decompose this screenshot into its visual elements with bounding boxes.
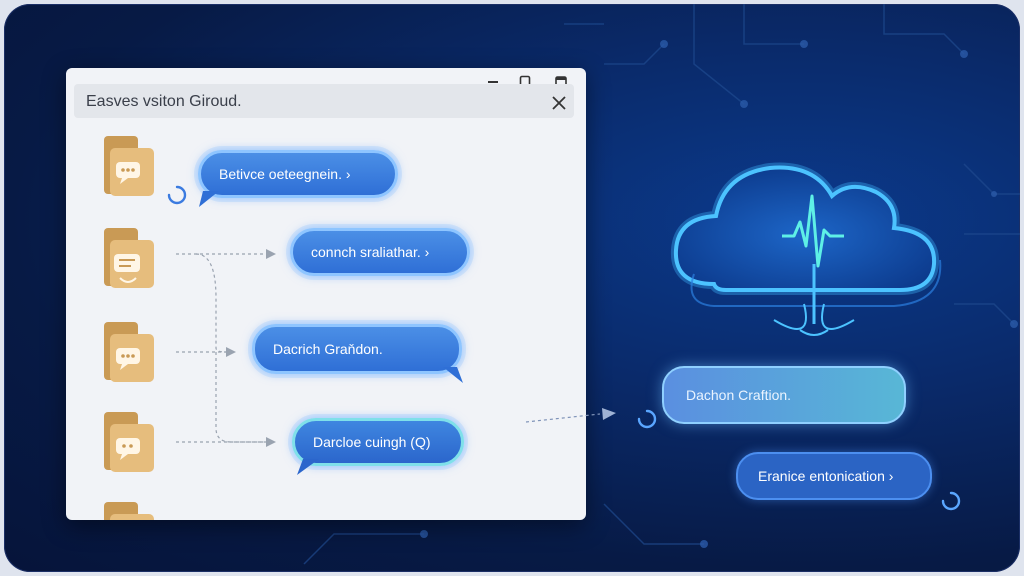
app-canvas: Easves vsiton Giroud. Betivce oeteegnein… <box>4 4 1020 572</box>
loading-spinner-icon <box>637 409 657 429</box>
app-window: Easves vsiton Giroud. Betivce oeteegnein… <box>66 68 586 520</box>
loading-spinner-icon <box>167 185 187 205</box>
chat-file-icon <box>104 136 154 196</box>
chat-file-icon <box>104 322 154 382</box>
chat-message-1-label: Betivce oeteegnein. › <box>219 166 351 182</box>
cloud-node <box>654 134 954 354</box>
bubble-tail <box>297 459 319 475</box>
chat-message-4[interactable]: Darcloe cuingh (Q) <box>292 418 464 475</box>
output-message-2[interactable]: Eranice entonication › <box>736 452 932 500</box>
output-message-2-label: Eranice entonication › <box>758 468 894 484</box>
chat-message-2-label: connch sraliathar. › <box>311 244 430 260</box>
chat-message-2[interactable]: connch sraliathar. › <box>290 228 470 276</box>
output-message-1[interactable]: Dachon Craftion. <box>662 366 906 424</box>
chat-message-3-label: Dacrich Graňdon. <box>273 341 383 357</box>
bubble-tail <box>199 191 219 207</box>
document-file-icon <box>104 228 154 288</box>
loading-spinner-icon <box>941 491 961 511</box>
folder-file-icon <box>104 502 154 520</box>
cloud-heartbeat-icon <box>670 162 942 336</box>
chat-message-4-label: Darcloe cuingh (Q) <box>313 434 431 450</box>
chat-message-3[interactable]: Dacrich Graňdon. <box>252 324 463 383</box>
bubble-tail <box>443 367 463 383</box>
chat-file-icon <box>104 412 154 472</box>
chat-message-1[interactable]: Betivce oeteegnein. › <box>198 150 398 207</box>
output-message-1-label: Dachon Craftion. <box>686 387 792 403</box>
